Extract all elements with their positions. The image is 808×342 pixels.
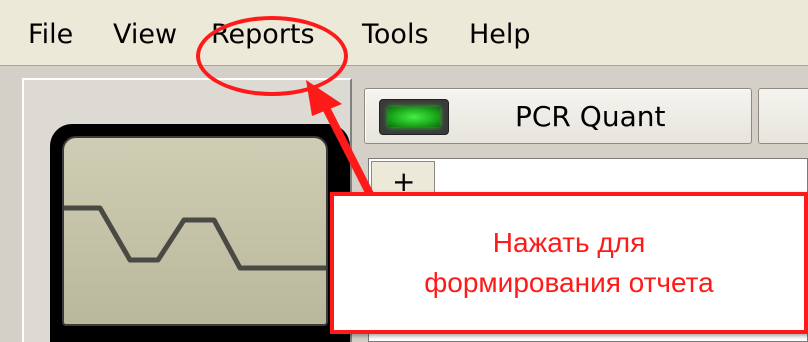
callout-line-1: Нажать для <box>492 227 646 258</box>
annotation-callout: Нажать для формирования отчета <box>330 192 808 334</box>
callout-line-2: формирования отчета <box>424 267 714 298</box>
